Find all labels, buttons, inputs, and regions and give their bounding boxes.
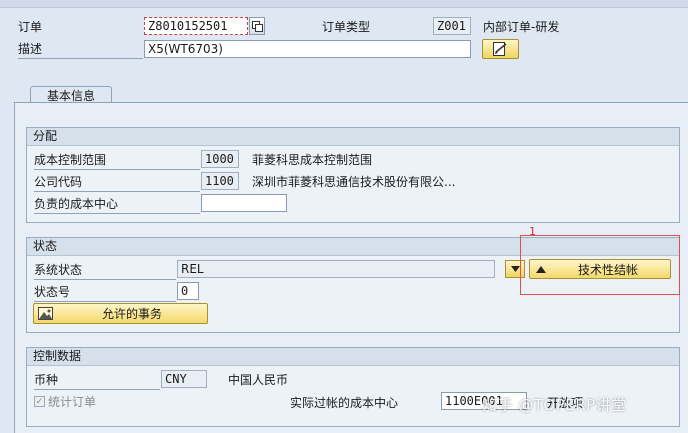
responsible-cost-center-field[interactable] xyxy=(201,194,287,212)
controlling-area-field: 1000 xyxy=(201,150,239,168)
allowed-transactions-button[interactable]: 允许的事务 xyxy=(33,303,208,324)
currency-label: 币种 xyxy=(34,373,59,387)
statistical-order-checkbox[interactable]: ✓ xyxy=(34,396,45,407)
actual-cost-center-label: 实际过帐的成本中心 xyxy=(290,396,399,410)
statistical-order-label: 统计订单 xyxy=(48,395,97,409)
assignment-group-title: 分配 xyxy=(27,128,679,146)
description-label-underline xyxy=(18,58,143,59)
allowed-transactions-label: 允许的事务 xyxy=(102,307,163,321)
controlling-area-label-underline xyxy=(34,169,200,170)
description-field[interactable]: X5(WT6703) xyxy=(144,40,471,58)
control-data-group: 控制数据 xyxy=(26,347,680,427)
watermark: 知乎 @TOPERP讲堂 xyxy=(482,396,627,414)
controlling-area-label: 成本控制范围 xyxy=(34,153,107,167)
annotation-number: 1 xyxy=(529,225,536,238)
currency-label-underline xyxy=(34,389,160,390)
currency-field: CNY xyxy=(161,370,207,388)
check-icon: ✓ xyxy=(35,396,44,407)
order-label: 订单 xyxy=(18,20,43,34)
responsible-cost-center-label: 负责的成本中心 xyxy=(34,197,119,211)
company-code-description: 深圳市菲菱科思通信技术股份有限公... xyxy=(252,175,456,189)
controlling-area-description: 菲菱科思成本控制范围 xyxy=(252,153,373,167)
triangle-down-icon xyxy=(510,266,520,272)
landscape-icon xyxy=(38,307,53,320)
order-type-field: Z001 xyxy=(433,17,471,35)
company-code-field: 1100 xyxy=(201,172,239,190)
system-status-label-underline xyxy=(34,279,176,280)
copy-icon xyxy=(251,20,263,32)
annotation-highlight-box xyxy=(520,235,680,295)
edit-text-icon xyxy=(492,42,506,56)
responsible-cost-center-label-underline xyxy=(34,213,200,214)
long-text-button[interactable] xyxy=(482,39,519,59)
status-number-field[interactable]: 0 xyxy=(177,282,199,300)
tab-basic-info[interactable]: 基本信息 xyxy=(30,86,112,103)
company-code-label: 公司代码 xyxy=(34,175,83,189)
order-type-description: 内部订单-研发 xyxy=(483,20,560,34)
toolbar-strip xyxy=(0,0,688,8)
status-number-label: 状态号 xyxy=(34,285,71,299)
copy-order-button[interactable] xyxy=(249,17,265,35)
currency-description: 中国人民币 xyxy=(228,373,289,387)
order-number-field[interactable]: Z8010152501 xyxy=(144,17,248,35)
tab-basic-info-label: 基本信息 xyxy=(46,88,95,103)
system-status-field: REL xyxy=(177,260,495,278)
status-number-label-underline xyxy=(34,301,176,302)
company-code-label-underline xyxy=(34,191,200,192)
order-type-label: 订单类型 xyxy=(322,20,371,34)
system-status-label: 系统状态 xyxy=(34,263,83,277)
control-data-group-title: 控制数据 xyxy=(27,348,679,366)
description-label: 描述 xyxy=(18,42,43,56)
